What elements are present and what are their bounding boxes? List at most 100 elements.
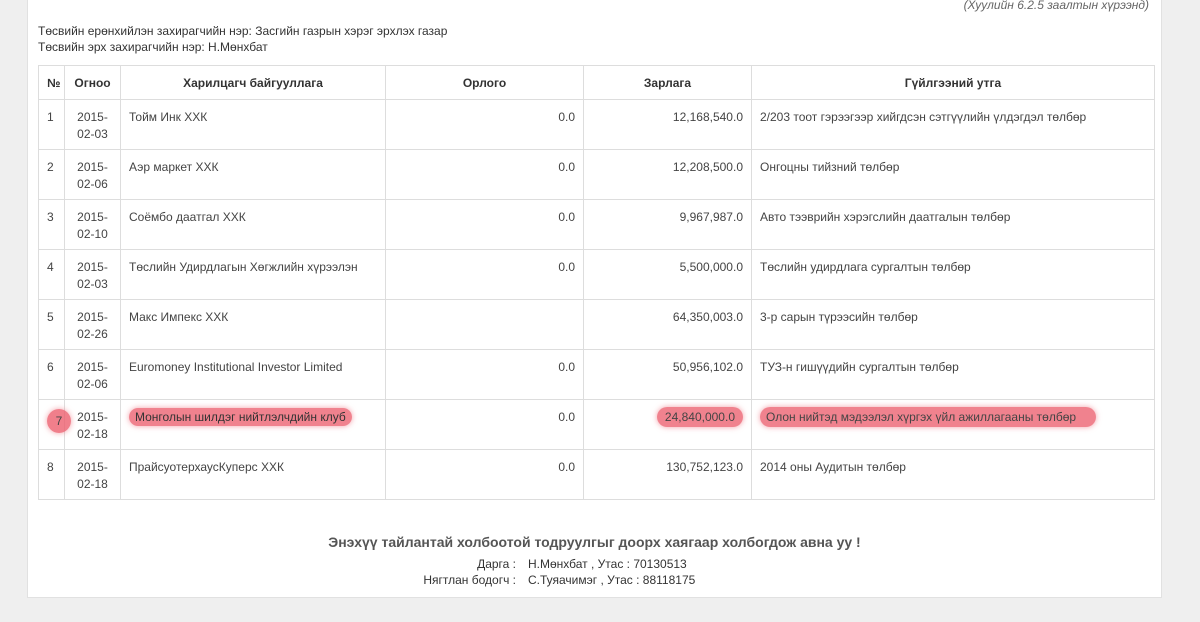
header-purpose: Гүйлгээний утга xyxy=(751,65,1155,100)
cell-no-text: 3 xyxy=(47,210,54,224)
cell-income: 0.0 xyxy=(385,349,584,400)
cell-income-text: 0.0 xyxy=(558,460,575,474)
cell-date: 2015- 02-03 xyxy=(64,249,121,300)
cell-organization-text: ПрайсуотерхаусКуперс ХХК xyxy=(129,460,284,474)
table-row: 6 2015- 02-06 Euromoney Institutional Inve… xyxy=(38,349,1155,400)
cell-organization: Төслийн Удирдлагын Хөгжлийн хүрээлэн xyxy=(120,249,386,300)
table-row: 1 2015- 02-03 Тойм Инк ХХК 0.0 12,168,540.0 2… xyxy=(38,99,1155,150)
cell-no: 3 xyxy=(38,199,65,250)
cell-organization-text: Аэр маркет ХХК xyxy=(129,160,219,174)
cell-no: 5 xyxy=(38,299,65,350)
cell-purpose: Авто тээврийн хэрэгслийн даатгалын төлбө… xyxy=(751,199,1155,250)
cell-organization-text: Монголын шилдэг нийтлэлчдийн клуб xyxy=(129,408,352,426)
cell-income-text: 0.0 xyxy=(558,360,575,374)
cell-purpose: 3-р сарын түрээсийн төлбөр xyxy=(751,299,1155,350)
cell-date: 2015- 02-10 xyxy=(64,199,121,250)
cell-no-text: 4 xyxy=(47,260,54,274)
cell-income: 0.0 xyxy=(385,199,584,250)
cell-organization: Макс Импекс ХХК xyxy=(120,299,386,350)
cell-date-text: 2015- 02-18 xyxy=(77,410,108,441)
cell-income-text: 0.0 xyxy=(558,160,575,174)
cell-purpose-text: ТУЗ-н гишүүдийн сургалтын төлбөр xyxy=(760,360,959,374)
cell-date-text: 2015- 02-26 xyxy=(77,310,108,341)
contact-director-label: Дарга : xyxy=(477,557,516,571)
cell-expense-text: 5,500,000.0 xyxy=(679,260,743,274)
cell-no: 4 xyxy=(38,249,65,300)
cell-income: 0.0 xyxy=(385,149,584,200)
cell-organization: ПрайсуотерхаусКуперс ХХК xyxy=(120,449,386,500)
law-note: (Хуулийн 6.2.5 заалтын хүрээнд) xyxy=(963,0,1149,12)
cell-date: 2015- 02-03 xyxy=(64,99,121,150)
transactions-table: № Огноо Харилцагч байгууллага Орлого Зар… xyxy=(38,65,1155,500)
contact-director-value: Н.Мөнхбат , Утас : 70130513 xyxy=(528,557,687,571)
cell-income-text: 0.0 xyxy=(558,110,575,124)
cell-no-text: 5 xyxy=(47,310,54,324)
cell-date-text: 2015- 02-06 xyxy=(77,360,108,391)
cell-purpose-text: Авто тээврийн хэрэгслийн даатгалын төлбө… xyxy=(760,210,1011,224)
cell-organization: Аэр маркет ХХК xyxy=(120,149,386,200)
cell-purpose-text: 2014 оны Аудитын төлбөр xyxy=(760,460,906,474)
cell-no: 1 xyxy=(38,99,65,150)
table-row: 7 2015- 02-18 Монголын шилдэг нийтлэлчдийн… xyxy=(38,399,1155,450)
cell-organization-text: Төслийн Удирдлагын Хөгжлийн хүрээлэн xyxy=(129,260,358,274)
contact-accountant-label: Нягтлан бодогч : xyxy=(423,573,516,587)
cell-date: 2015- 02-18 xyxy=(64,399,121,450)
cell-expense: 50,956,102.0 xyxy=(583,349,752,400)
table-row: 4 2015- 02-03 Төслийн Удирдлагын Хөгжлийн … xyxy=(38,249,1155,300)
cell-date: 2015- 02-18 xyxy=(64,449,121,500)
cell-purpose: 2/203 тоот гэрээгээр хийгдсэн сэтгүүлийн… xyxy=(751,99,1155,150)
table-row: 3 2015- 02-10 Соёмбо даатгал ХХК 0.0 9,967,9… xyxy=(38,199,1155,250)
cell-no-text: 6 xyxy=(47,360,54,374)
cell-date-text: 2015- 02-18 xyxy=(77,460,108,491)
cell-no: 7 xyxy=(38,399,71,450)
cell-expense-text: 12,208,500.0 xyxy=(672,160,743,174)
cell-no: 2 xyxy=(38,149,65,200)
cell-organization-text: Euromoney Institutional Investor Limited xyxy=(129,360,343,374)
footer-title: Энэхүү тайлантай холбоотой тодруулгыг до… xyxy=(328,534,861,550)
cell-no: 6 xyxy=(38,349,65,400)
report-panel: (Хуулийн 6.2.5 заалтын хүрээнд) Төсвийн … xyxy=(27,0,1162,598)
table-row: 2 2015- 02-06 Аэр маркет ХХК 0.0 12,208,500.… xyxy=(38,149,1155,200)
header-no: № xyxy=(38,65,65,100)
cell-organization-text: Макс Импекс ХХК xyxy=(129,310,229,324)
contact-accountant-value: С.Туяачимэг , Утас : 88118175 xyxy=(528,573,696,587)
cell-date: 2015- 02-26 xyxy=(64,299,121,350)
cell-income-text: 0.0 xyxy=(558,210,575,224)
cell-no-text: 2 xyxy=(47,160,54,174)
cell-expense-text: 64,350,003.0 xyxy=(672,310,743,324)
header-date: Огноо xyxy=(64,65,121,100)
cell-purpose-text: Онгоцны тийзний төлбөр xyxy=(760,160,900,174)
cell-organization: Тойм Инк ХХК xyxy=(120,99,386,150)
cell-purpose: Олон нийтэд мэдээлэл хүргэх үйл ажиллага… xyxy=(751,399,1155,450)
cell-income: 0.0 xyxy=(385,399,584,450)
cell-no-text: 1 xyxy=(47,110,54,124)
cell-purpose-text: 2/203 тоот гэрээгээр хийгдсэн сэтгүүлийн… xyxy=(760,110,1087,124)
cell-purpose-text: 3-р сарын түрээсийн төлбөр xyxy=(760,310,918,324)
cell-income xyxy=(385,299,584,350)
budget-holder-name: Төсвийн эрх захирагчийн нэр: Н.Мөнхбат xyxy=(38,40,268,54)
cell-expense: 9,967,987.0 xyxy=(583,199,752,250)
table-row: 5 2015- 02-26 Макс Импекс ХХК 64,350,003.0 3… xyxy=(38,299,1155,350)
header-income: Орлого xyxy=(385,65,584,100)
cell-income-text: 0.0 xyxy=(558,410,575,424)
cell-income-text: 0.0 xyxy=(558,260,575,274)
cell-date-text: 2015- 02-03 xyxy=(77,110,108,141)
cell-expense-text: 12,168,540.0 xyxy=(672,110,743,124)
cell-date-text: 2015- 02-06 xyxy=(77,160,108,191)
cell-expense-text: 130,752,123.0 xyxy=(666,460,743,474)
cell-purpose: 2014 оны Аудитын төлбөр xyxy=(751,449,1155,500)
cell-expense: 130,752,123.0 xyxy=(583,449,752,500)
cell-no-text: 8 xyxy=(47,460,54,474)
cell-no-text: 7 xyxy=(47,409,71,433)
contact-accountant: Нягтлан бодогч : С.Туяачимэг , Утас : 881… xyxy=(388,573,695,587)
cell-purpose-text: Төслийн удирдлага сургалтын төлбөр xyxy=(760,260,971,274)
cell-purpose: Онгоцны тийзний төлбөр xyxy=(751,149,1155,200)
cell-date-text: 2015- 02-10 xyxy=(77,210,108,241)
cell-income: 0.0 xyxy=(385,99,584,150)
cell-expense: 64,350,003.0 xyxy=(583,299,752,350)
table-row: 8 2015- 02-18 ПрайсуотерхаусКуперс ХХК 0.0 1… xyxy=(38,449,1155,500)
cell-organization: Монголын шилдэг нийтлэлчдийн клуб xyxy=(120,399,386,450)
cell-expense: 24,840,000.0 xyxy=(583,399,752,450)
cell-income: 0.0 xyxy=(385,449,584,500)
cell-expense: 12,168,540.0 xyxy=(583,99,752,150)
